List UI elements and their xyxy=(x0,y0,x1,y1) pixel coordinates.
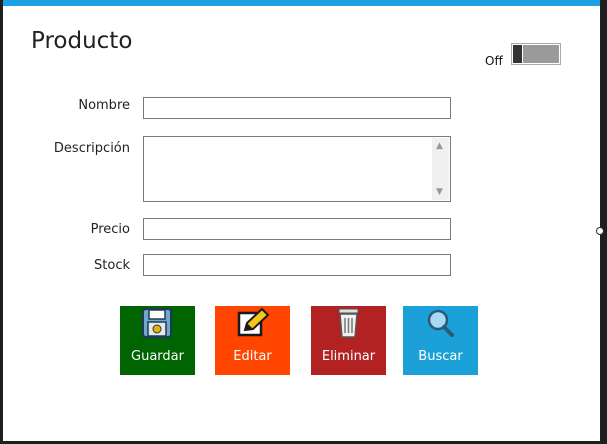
producto-window: Producto Off Nombre Descripción ▲ ▼ Prec… xyxy=(3,0,600,441)
resize-handle[interactable] xyxy=(596,227,604,235)
stock-label: Stock xyxy=(94,258,130,273)
scroll-down-arrow-icon[interactable]: ▼ xyxy=(436,187,443,197)
textarea-scrollbar[interactable]: ▲ ▼ xyxy=(432,138,449,200)
precio-label: Precio xyxy=(90,222,130,237)
buscar-button-label: Buscar xyxy=(418,349,463,364)
magnifier-icon xyxy=(427,309,454,337)
toggle-knob[interactable] xyxy=(513,45,522,63)
nombre-input[interactable] xyxy=(143,97,451,119)
scroll-up-arrow-icon[interactable]: ▲ xyxy=(436,141,443,151)
descripcion-label: Descripción xyxy=(53,141,130,156)
eliminar-button-label: Eliminar xyxy=(321,349,376,364)
trash-icon xyxy=(338,308,359,338)
on-off-toggle[interactable] xyxy=(511,43,561,65)
nombre-label: Nombre xyxy=(78,98,130,113)
page-title: Producto xyxy=(31,28,133,54)
floppy-disk-icon xyxy=(142,308,172,338)
precio-input[interactable] xyxy=(143,218,451,240)
pencil-edit-icon xyxy=(237,308,270,337)
descripcion-textarea[interactable]: ▲ ▼ xyxy=(143,136,451,202)
editar-button-label: Editar xyxy=(233,349,272,364)
editar-button[interactable]: Editar xyxy=(215,306,290,375)
stock-input[interactable] xyxy=(143,254,451,276)
toggle-track xyxy=(523,45,559,63)
guardar-button-label: Guardar xyxy=(131,349,184,364)
eliminar-button[interactable]: Eliminar xyxy=(311,306,386,375)
toggle-state-label: Off xyxy=(485,54,503,68)
buscar-button[interactable]: Buscar xyxy=(403,306,478,375)
guardar-button[interactable]: Guardar xyxy=(120,306,195,375)
